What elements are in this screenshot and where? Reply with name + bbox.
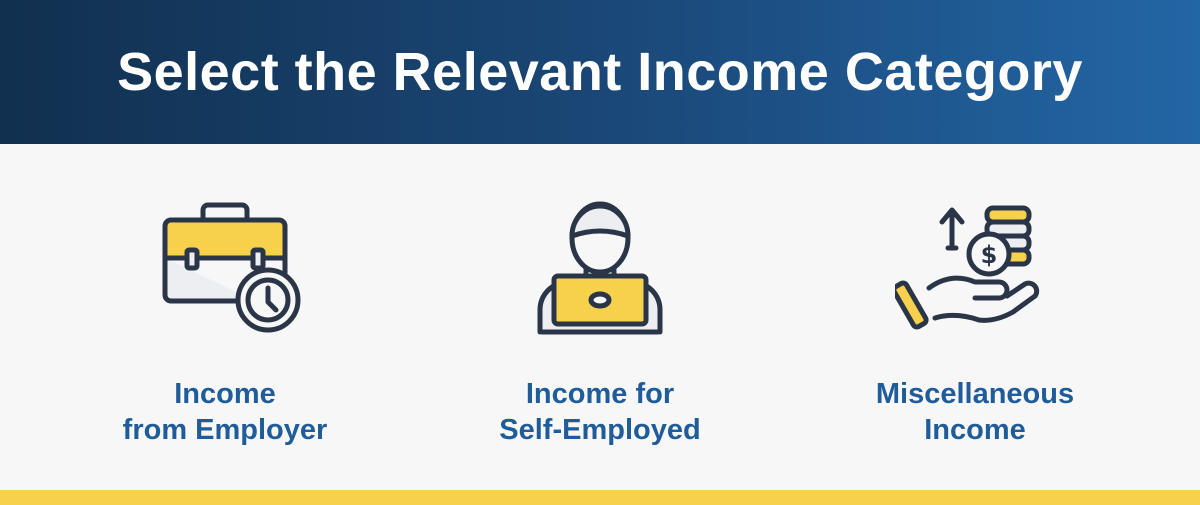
label-line-1: Income for	[525, 378, 675, 410]
category-label-miscellaneous: Miscellaneous Income	[825, 376, 1125, 448]
svg-text:$: $	[981, 241, 998, 269]
briefcase-clock-icon	[162, 202, 301, 333]
header-banner: Select the Relevant Income Category	[0, 0, 1200, 144]
person-laptop-icon	[537, 201, 663, 335]
bottom-accent-bar	[0, 490, 1200, 505]
category-label-employer: Income from Employer	[75, 376, 375, 448]
category-options: Income from Employer Income for Self-Emp…	[0, 144, 1200, 490]
label-line-2: Income	[924, 414, 1026, 446]
category-self-employed[interactable]: Income for Self-Employed	[450, 200, 750, 448]
category-employer[interactable]: Income from Employer	[75, 200, 375, 448]
label-line-2: from Employer	[122, 414, 328, 446]
page-title: Select the Relevant Income Category	[117, 42, 1083, 102]
hand-coins-dollar-icon: $	[895, 205, 1040, 330]
label-line-1: Miscellaneous	[875, 378, 1075, 410]
label-line-1: Income	[174, 378, 276, 410]
category-miscellaneous[interactable]: $ Miscellaneous Income	[825, 200, 1125, 448]
category-label-self-employed: Income for Self-Employed	[450, 376, 750, 448]
label-line-2: Self-Employed	[499, 414, 701, 446]
